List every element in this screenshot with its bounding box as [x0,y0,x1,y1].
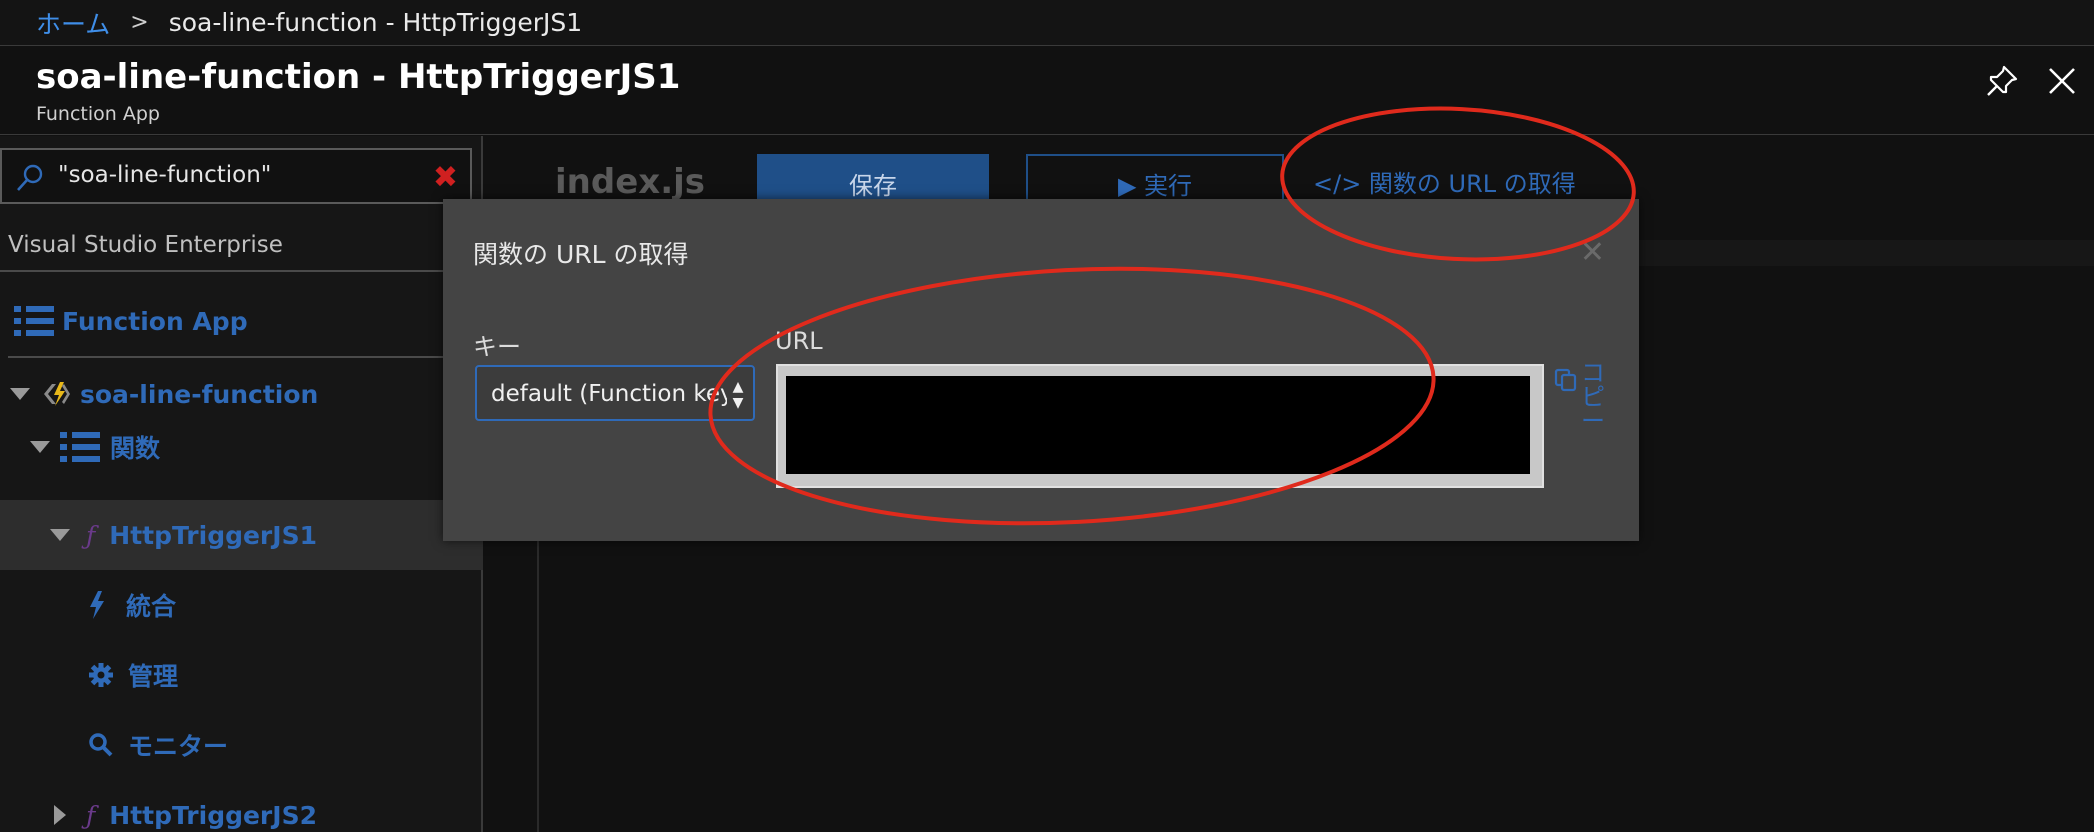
subscription-label: Visual Studio Enterprise [8,232,283,258]
tree-item-label: soa-line-function [80,379,319,409]
tree-item-label: HttpTriggerJS1 [109,520,317,550]
caret-down-icon[interactable] [30,441,50,453]
search-value: "soa-line-function" [58,162,272,188]
select-arrows-icon: ▲▼ [727,379,746,411]
pin-icon[interactable] [1982,61,2022,101]
caret-down-icon[interactable] [10,388,30,400]
search-input[interactable]: "soa-line-function" ✖ [0,148,472,204]
blade-header: soa-line-function - HttpTriggerJS1 Funct… [0,47,2094,135]
breadcrumb-separator: > [130,10,149,35]
clear-search-icon[interactable]: ✖ [433,160,458,195]
file-title: index.js [555,162,705,202]
list-icon [60,430,100,464]
url-label: URL [775,327,823,355]
breadcrumb-home-link[interactable]: ホーム [36,5,110,41]
search-icon [14,162,46,194]
subscription-dropdown[interactable]: Visual Studio Enterprise ˅ [0,220,476,272]
tree-item-httptriggerjs1[interactable]: ƒ HttpTriggerJS1 [0,500,483,570]
close-icon[interactable] [2042,61,2082,101]
sidebar-item-label: Function App [62,306,248,336]
function-icon: ƒ [86,800,96,830]
tree-item-label: 関数 [110,434,161,463]
list-icon [14,304,54,338]
tree-item-httptriggerjs2[interactable]: ƒ HttpTriggerJS2 [0,780,483,832]
copy-icon [1553,367,1579,393]
tree-item-monitor[interactable]: モニター [0,710,483,780]
tree-item-integrate[interactable]: 統合 [0,570,483,640]
sidebar: "soa-line-function" ✖ Visual Studio Ente… [0,136,483,832]
dialog-title: 関数の URL の取得 [473,240,689,269]
get-function-url-dialog: 関数の URL の取得 ✕ キー default (Function key) … [443,199,1639,541]
tree-item-label: HttpTriggerJS2 [109,800,317,830]
function-app-bolt-icon [40,378,72,410]
url-value-redacted [786,376,1530,474]
gear-icon [88,662,114,688]
page-subtitle: Function App [36,103,160,125]
key-label: キー [473,333,521,361]
caret-right-icon[interactable] [54,805,66,825]
bolt-icon [88,591,108,619]
sidebar-divider [8,356,476,358]
tree-item-label: 統合 [126,592,177,621]
caret-down-icon[interactable] [50,529,70,541]
key-select-value: default (Function key) [491,381,743,407]
copy-label: コピー [1581,359,1605,435]
tree-item-functions[interactable]: 関数 [0,412,483,482]
tree-item-manage[interactable]: 管理 [0,640,483,710]
dialog-close-icon[interactable]: ✕ [1580,235,1605,270]
page-title: soa-line-function - HttpTriggerJS1 [36,57,681,97]
tree-item-label: モニター [128,732,229,761]
breadcrumb: ホーム > soa-line-function - HttpTriggerJS1 [0,0,2094,46]
get-function-url-link[interactable]: </> 関数の URL の取得 [1313,164,1576,199]
function-icon: ƒ [86,520,96,550]
magnifier-icon [88,732,114,758]
tree-item-label: 管理 [128,662,179,691]
sidebar-item-function-app[interactable]: Function App [0,286,483,356]
copy-button[interactable]: コピー [1551,361,1615,433]
key-select[interactable]: default (Function key) ▲▼ [475,365,755,421]
breadcrumb-current: soa-line-function - HttpTriggerJS1 [168,8,583,37]
url-field[interactable] [776,364,1544,488]
